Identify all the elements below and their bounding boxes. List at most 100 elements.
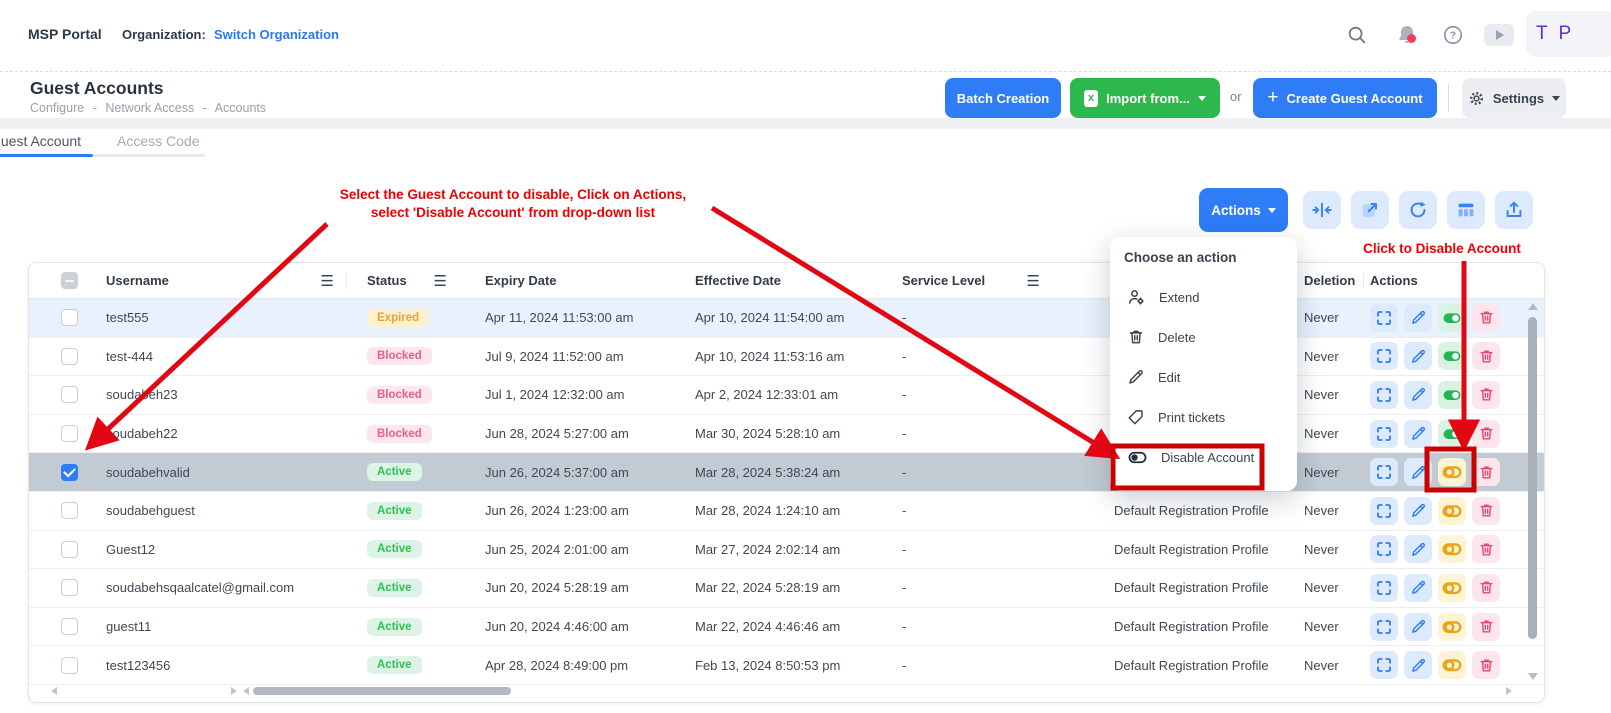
row-checkbox[interactable] xyxy=(61,618,78,635)
table-row[interactable]: Guest12 Active Jun 25, 2024 2:01:00 am M… xyxy=(29,531,1544,570)
row-checkbox[interactable] xyxy=(61,541,78,558)
table-row[interactable]: test-444 Blocked Jul 9, 2024 11:52:00 am… xyxy=(29,338,1544,377)
column-header-service-level[interactable]: Service Level xyxy=(902,273,985,288)
notifications-bell-icon[interactable] xyxy=(1394,22,1420,48)
filter-icon[interactable]: ☰ xyxy=(434,272,447,290)
delete-row-icon[interactable] xyxy=(1472,574,1500,602)
toggle-icon-button[interactable] xyxy=(1438,342,1466,370)
menu-item-print-tickets[interactable]: Print tickets xyxy=(1110,397,1297,437)
expand-row-icon[interactable] xyxy=(1370,613,1398,641)
menu-item-disable-account[interactable]: Disable Account xyxy=(1110,437,1297,477)
help-icon[interactable]: ? xyxy=(1440,22,1466,48)
scroll-up-arrow[interactable] xyxy=(1528,303,1538,310)
breadcrumb-item[interactable]: Accounts xyxy=(215,101,266,115)
select-all-checkbox[interactable] xyxy=(61,272,78,289)
row-checkbox[interactable] xyxy=(61,657,78,674)
export-icon[interactable] xyxy=(1495,191,1533,229)
table-row[interactable]: soudabeh22 Blocked Jun 28, 2024 5:27:00 … xyxy=(29,415,1544,454)
table-row[interactable]: soudabehvalid Active Jun 26, 2024 5:37:0… xyxy=(29,453,1544,492)
expand-row-icon[interactable] xyxy=(1370,420,1398,448)
toggle-icon-button[interactable] xyxy=(1438,651,1466,679)
edit-row-icon[interactable] xyxy=(1404,651,1432,679)
avatar[interactable]: T P xyxy=(1526,11,1611,57)
toggle-icon-button[interactable] xyxy=(1438,304,1466,332)
delete-row-icon[interactable] xyxy=(1472,420,1500,448)
toggle-icon-button[interactable] xyxy=(1438,381,1466,409)
menu-item-delete[interactable]: Delete xyxy=(1110,317,1297,357)
edit-row-icon[interactable] xyxy=(1404,342,1432,370)
column-header-expiry-date[interactable]: Expiry Date xyxy=(461,273,671,288)
edit-row-icon[interactable] xyxy=(1404,420,1432,448)
row-checkbox[interactable] xyxy=(61,464,78,481)
table-row[interactable]: test555 Expired Apr 11, 2024 11:53:00 am… xyxy=(29,299,1544,338)
toggle-icon-button[interactable] xyxy=(1438,420,1466,448)
delete-row-icon[interactable] xyxy=(1472,342,1500,370)
expand-row-icon[interactable] xyxy=(1370,458,1398,486)
expand-row-icon[interactable] xyxy=(1370,535,1398,563)
column-header-status[interactable]: Status xyxy=(367,273,407,288)
search-icon[interactable] xyxy=(1344,22,1370,48)
toggle-icon-button[interactable] xyxy=(1438,497,1466,525)
play-icon[interactable] xyxy=(1484,24,1514,46)
import-from-button[interactable]: Import from... xyxy=(1070,78,1220,118)
column-header-effective-date[interactable]: Effective Date xyxy=(671,273,876,288)
toggle-icon-button[interactable] xyxy=(1438,574,1466,602)
expand-row-icon[interactable] xyxy=(1370,574,1398,602)
expand-row-icon[interactable] xyxy=(1370,304,1398,332)
row-checkbox[interactable] xyxy=(61,348,78,365)
table-row[interactable]: soudabehsqaalcatel@gmail.com Active Jun … xyxy=(29,569,1544,608)
actions-button[interactable]: Actions xyxy=(1199,188,1288,232)
scroll-down-arrow[interactable] xyxy=(1528,673,1538,680)
horizontal-scroll-thumb[interactable] xyxy=(253,687,511,695)
delete-row-icon[interactable] xyxy=(1472,458,1500,486)
expand-row-icon[interactable] xyxy=(1370,497,1398,525)
expand-row-icon[interactable] xyxy=(1370,651,1398,679)
row-checkbox[interactable] xyxy=(61,386,78,403)
edit-row-icon[interactable] xyxy=(1404,613,1432,641)
table-row[interactable]: soudabeh23 Blocked Jul 1, 2024 12:32:00 … xyxy=(29,376,1544,415)
edit-row-icon[interactable] xyxy=(1404,381,1432,409)
refresh-icon[interactable] xyxy=(1399,191,1437,229)
toggle-icon-button[interactable] xyxy=(1438,458,1466,486)
column-header-deletion[interactable]: Deletion xyxy=(1296,273,1363,288)
tab-guest-account[interactable]: Guest Account xyxy=(0,133,81,149)
filter-icon[interactable]: ☰ xyxy=(1027,272,1040,290)
vertical-scroll-thumb[interactable] xyxy=(1528,317,1537,639)
delete-row-icon[interactable] xyxy=(1472,613,1500,641)
expand-row-icon[interactable] xyxy=(1370,342,1398,370)
columns-icon[interactable] xyxy=(1447,191,1485,229)
edit-row-icon[interactable] xyxy=(1404,304,1432,332)
delete-row-icon[interactable] xyxy=(1472,497,1500,525)
open-expand-icon[interactable] xyxy=(1351,191,1389,229)
switch-organization-link[interactable]: Switch Organization xyxy=(214,27,339,42)
row-checkbox[interactable] xyxy=(61,425,78,442)
vertical-scrollbar[interactable] xyxy=(1527,303,1538,680)
column-header-username[interactable]: Username xyxy=(106,273,169,288)
table-row[interactable]: guest11 Active Jun 20, 2024 4:46:00 am M… xyxy=(29,608,1544,647)
table-row[interactable]: test123456 Active Apr 28, 2024 8:49:00 p… xyxy=(29,646,1544,685)
settings-button[interactable]: Settings xyxy=(1462,78,1566,118)
delete-row-icon[interactable] xyxy=(1472,381,1500,409)
row-checkbox[interactable] xyxy=(61,502,78,519)
delete-row-icon[interactable] xyxy=(1472,535,1500,563)
delete-row-icon[interactable] xyxy=(1472,651,1500,679)
edit-row-icon[interactable] xyxy=(1404,535,1432,563)
expand-row-icon[interactable] xyxy=(1370,381,1398,409)
edit-row-icon[interactable] xyxy=(1404,497,1432,525)
menu-item-extend[interactable]: Extend xyxy=(1110,277,1297,317)
breadcrumb-item[interactable]: Network Access xyxy=(105,101,194,115)
row-checkbox[interactable] xyxy=(61,309,78,326)
collapse-columns-icon[interactable] xyxy=(1303,191,1341,229)
toggle-icon-button[interactable] xyxy=(1438,535,1466,563)
menu-item-edit[interactable]: Edit xyxy=(1110,357,1297,397)
create-guest-account-button[interactable]: + Create Guest Account xyxy=(1253,78,1437,118)
edit-row-icon[interactable] xyxy=(1404,458,1432,486)
filter-icon[interactable]: ☰ xyxy=(321,272,334,290)
frozen-pane-scrollbar[interactable] xyxy=(51,684,237,698)
tab-access-code[interactable]: Access Code xyxy=(117,133,199,149)
row-checkbox[interactable] xyxy=(61,579,78,596)
main-pane-scrollbar[interactable] xyxy=(243,684,1512,698)
toggle-icon-button[interactable] xyxy=(1438,613,1466,641)
delete-row-icon[interactable] xyxy=(1472,304,1500,332)
breadcrumb-item[interactable]: Configure xyxy=(30,101,84,115)
